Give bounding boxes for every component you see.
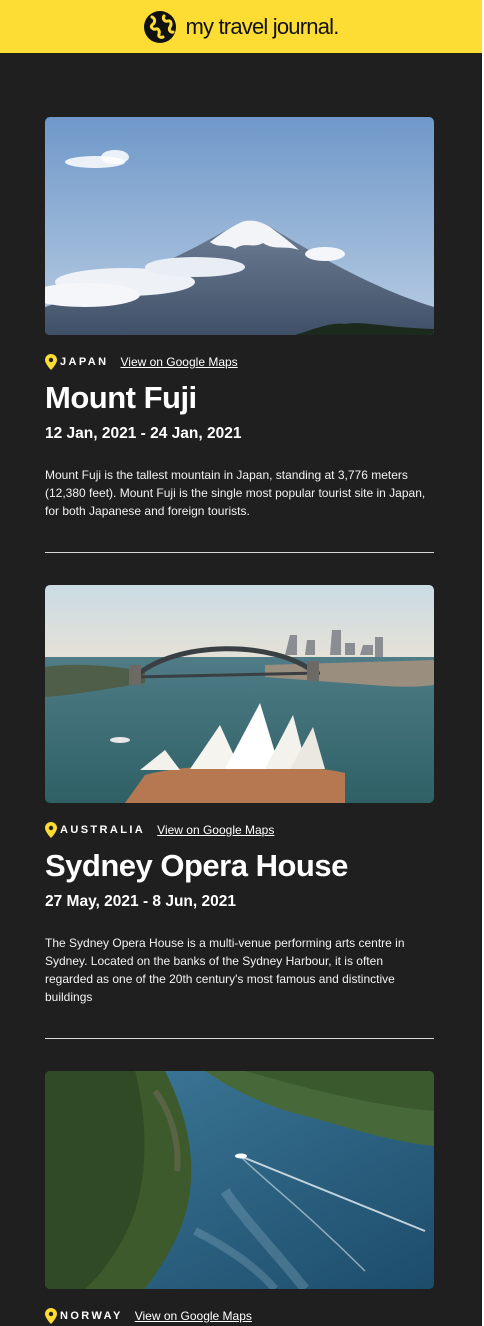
entry-divider (45, 552, 434, 553)
globe-icon (144, 10, 177, 43)
brand-name: my travel journal. (185, 13, 339, 39)
entry-divider (45, 1038, 434, 1039)
entry-dates: 27 May, 2021 - 8 Jun, 2021 (45, 893, 236, 910)
location-pin-icon (45, 354, 57, 370)
entry-country: AUSTRALIA (60, 824, 146, 836)
entry-country: JAPAN (60, 356, 109, 368)
entry-description: The Sydney Opera House is a multi-venue … (45, 936, 405, 1004)
entry-photo-mount-fuji (45, 117, 434, 335)
entry-title: Sydney Opera House (45, 848, 348, 883)
entry-dates: 12 Jan, 2021 - 24 Jan, 2021 (45, 425, 242, 442)
location-pin-icon (45, 1308, 57, 1324)
journal-entry: JAPAN View on Google Maps Mount Fuji 12 … (45, 117, 434, 520)
location-row: JAPAN View on Google Maps (45, 353, 434, 371)
entry-description: Mount Fuji is the tallest mountain in Ja… (45, 468, 426, 518)
location-pin-icon (45, 822, 57, 838)
google-maps-link[interactable]: View on Google Maps (157, 823, 274, 837)
journal-list: JAPAN View on Google Maps Mount Fuji 12 … (0, 53, 484, 1325)
entry-photo-norway (45, 1071, 434, 1289)
app-header: my travel journal. (0, 0, 482, 53)
entry-country: NORWAY (60, 1310, 123, 1322)
google-maps-link[interactable]: View on Google Maps (135, 1309, 252, 1323)
location-row: AUSTRALIA View on Google Maps (45, 821, 434, 839)
entry-photo-sydney-opera-house (45, 585, 434, 803)
journal-entry: AUSTRALIA View on Google Maps Sydney Ope… (45, 585, 434, 1006)
location-row: NORWAY View on Google Maps (45, 1307, 434, 1325)
journal-entry: NORWAY View on Google Maps (45, 1071, 434, 1325)
google-maps-link[interactable]: View on Google Maps (120, 355, 237, 369)
entry-title: Mount Fuji (45, 380, 197, 415)
